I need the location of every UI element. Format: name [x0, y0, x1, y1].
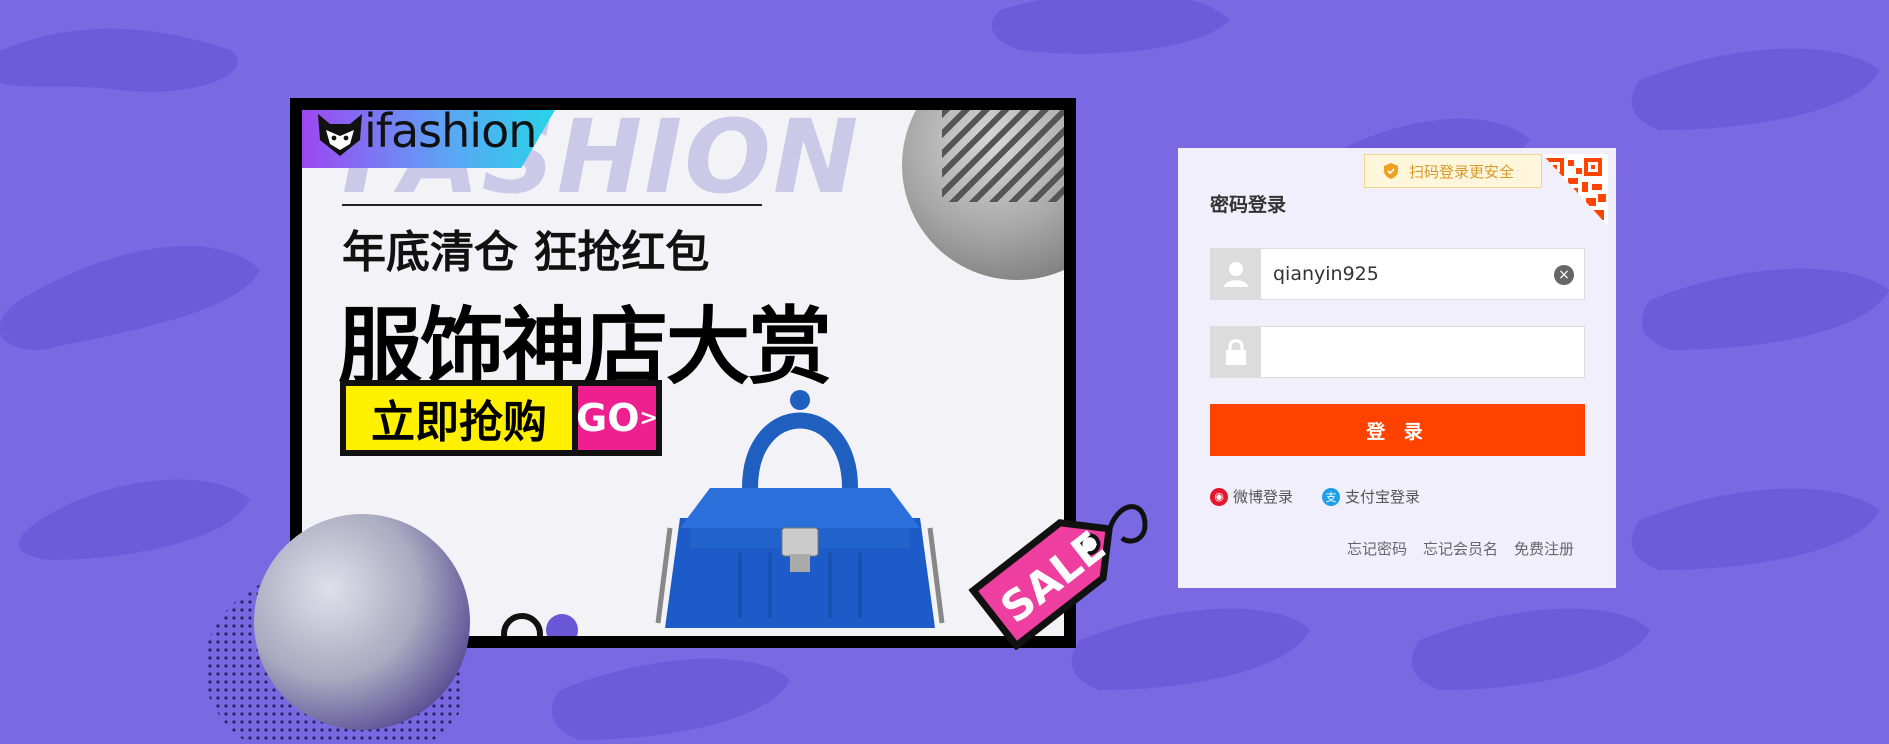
- password-field[interactable]: [1210, 326, 1585, 378]
- login-panel: 扫码登录更安全 密码登录 qianyin925 × 登 录 ◉ 微博登录 支 支…: [1178, 148, 1616, 588]
- lock-icon: [1226, 339, 1246, 365]
- qr-code-icon[interactable]: [1542, 154, 1608, 226]
- password-input[interactable]: [1271, 337, 1565, 369]
- fox-logo-icon: [318, 114, 362, 156]
- logo-block[interactable]: ifashion: [302, 110, 562, 168]
- login-title: 密码登录: [1210, 194, 1287, 216]
- user-icon: [1224, 262, 1248, 287]
- qr-tip-text: 扫码登录更安全: [1409, 162, 1515, 181]
- shield-icon: [1384, 163, 1398, 179]
- user-icon-box: [1211, 249, 1261, 299]
- logo-text: ifashion: [364, 110, 537, 158]
- stripe-decoration: [942, 110, 1064, 202]
- lock-icon-box: [1211, 327, 1261, 377]
- sale-tag-image: SALE: [968, 504, 1148, 650]
- weibo-icon: ◉: [1210, 487, 1228, 506]
- forgot-password-link[interactable]: 忘记密码: [1347, 538, 1407, 559]
- go-label: GO >: [576, 386, 658, 450]
- username-value: qianyin925: [1273, 263, 1379, 285]
- clear-icon[interactable]: ×: [1554, 265, 1574, 285]
- buy-now-button[interactable]: 立即抢购 GO >: [340, 380, 662, 456]
- register-link[interactable]: 免费注册: [1514, 538, 1574, 559]
- forgot-member-name-link[interactable]: 忘记会员名: [1423, 538, 1498, 559]
- username-field[interactable]: qianyin925 ×: [1210, 248, 1585, 300]
- login-button[interactable]: 登 录: [1210, 404, 1585, 456]
- alipay-icon: 支: [1322, 487, 1340, 506]
- alipay-login-link[interactable]: 支 支付宝登录: [1322, 486, 1420, 507]
- qr-login-tip[interactable]: 扫码登录更安全: [1364, 154, 1542, 188]
- circle-decoration: [501, 613, 578, 636]
- headline-divider: [342, 204, 762, 206]
- alipay-login-label: 支付宝登录: [1345, 488, 1421, 506]
- weibo-login-label: 微博登录: [1233, 488, 1294, 506]
- handbag-image: [655, 390, 945, 628]
- weibo-login-link[interactable]: ◉ 微博登录: [1210, 486, 1293, 507]
- moon-image-bottom: [254, 514, 470, 730]
- buy-now-label: 立即抢购: [346, 386, 572, 450]
- login-footer-links: 忘记密码 忘记会员名 免费注册: [1347, 538, 1574, 559]
- headline-small: 年底清仓 狂抢红包: [342, 227, 710, 278]
